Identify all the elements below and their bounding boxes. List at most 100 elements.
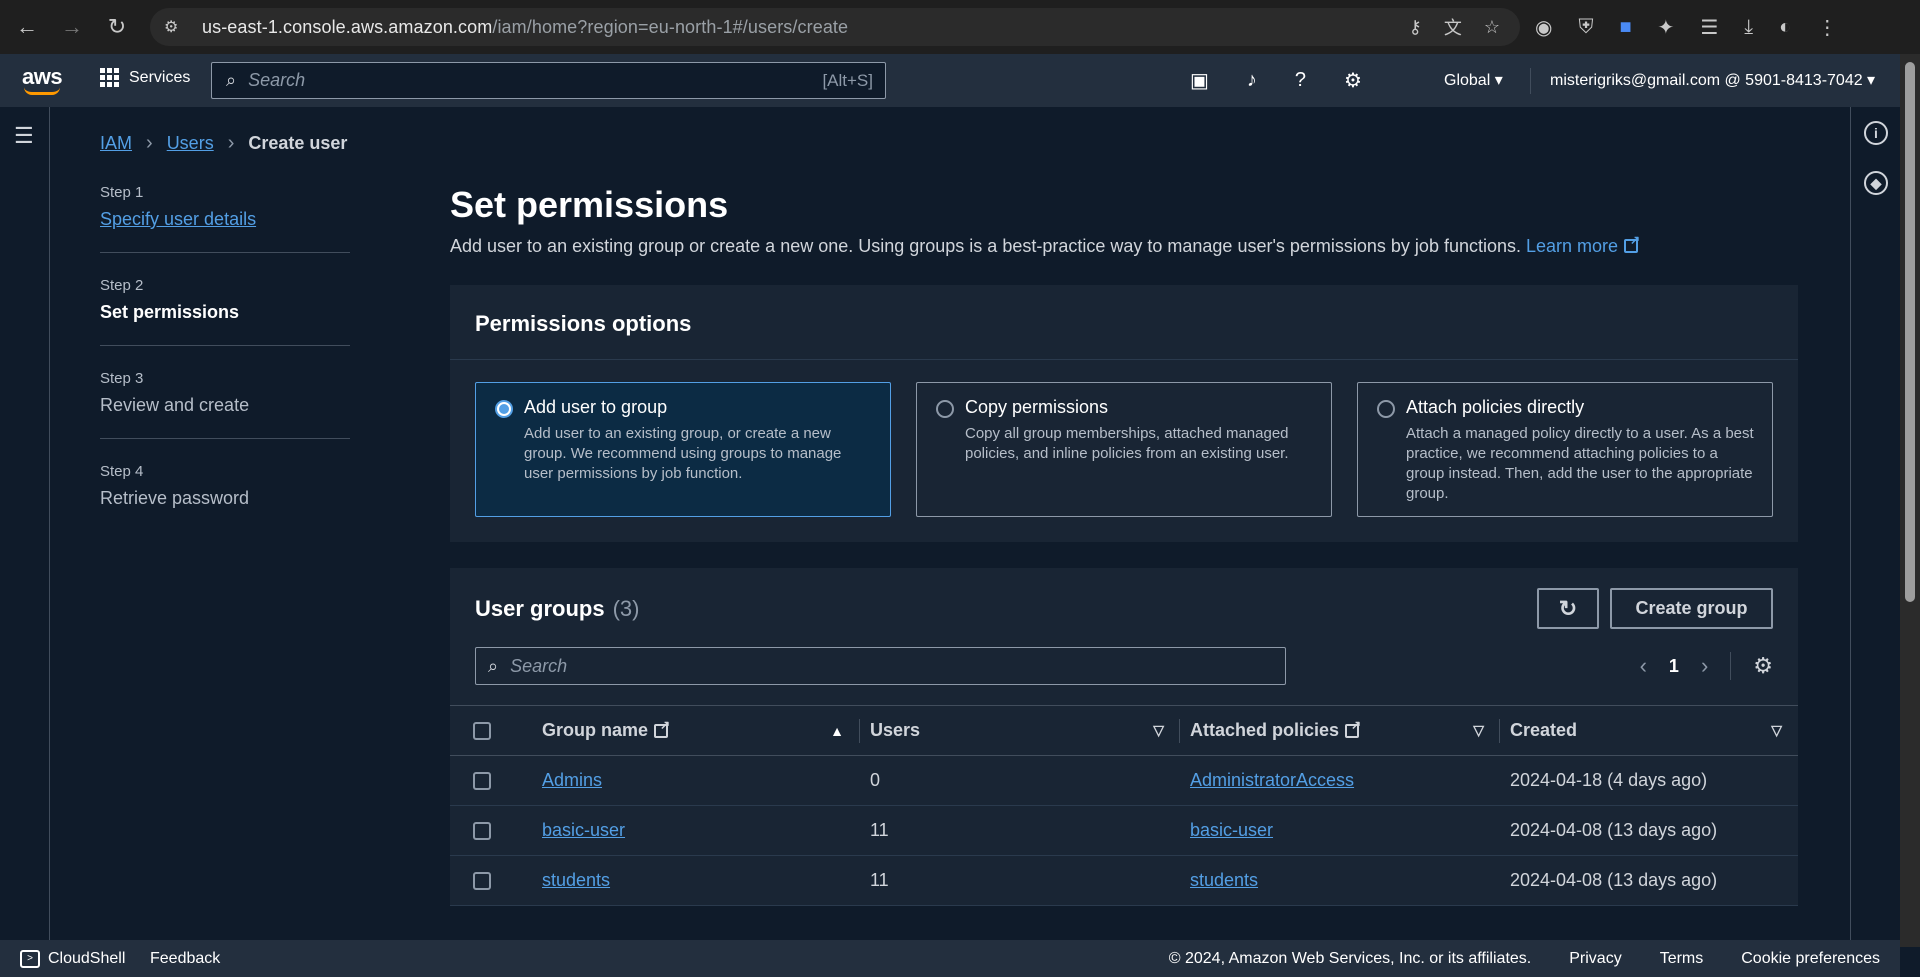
translate-icon[interactable]: 文 (1444, 14, 1462, 40)
breadcrumb-current: Create user (248, 133, 348, 153)
step-number: Step 3 (100, 370, 144, 387)
column-users[interactable]: Users ▽ (860, 705, 1180, 756)
feedback-link[interactable]: Feedback (150, 950, 220, 968)
option-add-user-to-group[interactable]: Add user to group Add user to an existin… (475, 382, 891, 517)
page-scrollbar[interactable] (1900, 54, 1920, 947)
option-title: Attach policies directly (1406, 397, 1585, 417)
breadcrumb-users[interactable]: Users (167, 133, 214, 154)
console-search-input[interactable]: ⌕ Search [Alt+S] (211, 62, 886, 99)
back-icon[interactable]: ← (5, 5, 49, 49)
url-text: us-east-1.console.aws.amazon.com/iam/hom… (202, 16, 849, 37)
group-name-link[interactable]: Admins (542, 770, 602, 790)
address-bar[interactable]: ⚙ us-east-1.console.aws.amazon.com/iam/h… (150, 8, 1520, 46)
search-placeholder: Search (510, 655, 568, 676)
column-attached-policies[interactable]: Attached policies ▽ (1180, 705, 1500, 756)
option-description: Copy all group memberships, attached man… (965, 425, 1289, 462)
select-all-checkbox[interactable] (473, 722, 491, 741)
settings-gear-icon[interactable]: ⚙ (1344, 68, 1362, 93)
privacy-link[interactable]: Privacy (1569, 950, 1621, 968)
table-row[interactable]: students 11 students 2024-04-08 (13 days… (450, 855, 1798, 906)
pager-divider (1730, 652, 1732, 680)
browser-menu-icon[interactable]: ⋮ (1817, 15, 1837, 40)
cloudshell-icon: > (20, 949, 40, 968)
chevron-right-icon[interactable]: › (1701, 653, 1708, 679)
info-icon[interactable]: i (1864, 121, 1888, 145)
group-name-link[interactable]: students (542, 870, 610, 890)
create-group-button[interactable]: Create group (1610, 588, 1773, 629)
groups-search-input[interactable]: ⌕ Search (475, 647, 1286, 685)
help-icon[interactable]: ? (1295, 69, 1306, 92)
terms-link[interactable]: Terms (1660, 950, 1704, 968)
step-4: Step 4 Retrieve password (100, 463, 350, 531)
password-key-icon[interactable]: ⚷ (1409, 17, 1422, 38)
aws-logo[interactable]: aws (22, 64, 63, 95)
main-content: Set permissions Add user to an existing … (450, 184, 1798, 932)
profile-avatar-icon[interactable]: ◐ (1779, 16, 1791, 39)
step-2-label: Set permissions (100, 302, 240, 322)
column-group-name[interactable]: Group name ▲ (542, 705, 860, 756)
notifications-bell-icon[interactable]: ♪ (1247, 69, 1257, 92)
refresh-icon: ↻ (1558, 595, 1578, 621)
feedback-hex-icon[interactable]: ◆ (1864, 171, 1888, 195)
attached-policy-link[interactable]: basic-user (1190, 820, 1273, 840)
search-icon: ⌕ (488, 655, 499, 676)
column-label: Created (1510, 720, 1578, 740)
reload-icon[interactable]: ↻ (95, 5, 139, 49)
region-selector[interactable]: Global ▾ (1444, 70, 1503, 90)
step-1-link[interactable]: Specify user details (100, 209, 350, 230)
download-icon[interactable]: ⤓ (1744, 16, 1753, 39)
radio-unselected[interactable] (936, 400, 954, 418)
extensions-puzzle-icon[interactable]: ✦ (1658, 15, 1675, 40)
sort-icon[interactable]: ▽ (1153, 722, 1164, 739)
services-grid-icon (100, 68, 119, 87)
aws-top-nav: aws Services ⌕ Search [Alt+S] ▣ ♪ ? ⚙ Gl… (0, 54, 1900, 107)
services-menu[interactable]: Services (100, 68, 190, 87)
sort-icon[interactable]: ▽ (1771, 722, 1782, 739)
column-created[interactable]: Created ▽ (1500, 705, 1798, 756)
option-copy-permissions[interactable]: Copy permissions Copy all group membersh… (916, 382, 1332, 517)
step-3-label: Review and create (100, 395, 250, 415)
group-created-date: 2024-04-08 (13 days ago) (1500, 855, 1798, 906)
row-checkbox[interactable] (473, 822, 491, 841)
option-attach-policies-directly[interactable]: Attach policies directly Attach a manage… (1357, 382, 1773, 517)
learn-more-link[interactable]: Learn more (1526, 233, 1640, 256)
extension-record-icon[interactable]: ◉ (1535, 15, 1552, 40)
left-nav-rail: ☰ (0, 107, 50, 940)
table-preferences-gear-icon[interactable]: ⚙ (1753, 653, 1773, 679)
sort-icon[interactable]: ▽ (1473, 722, 1484, 739)
sort-ascending-icon[interactable]: ▲ (830, 723, 844, 739)
description-text: Add user to an existing group or create … (450, 236, 1521, 256)
chevron-left-icon[interactable]: ‹ (1640, 653, 1647, 679)
cloudshell-button[interactable]: > CloudShell (20, 949, 126, 968)
group-name-link[interactable]: basic-user (542, 820, 625, 840)
site-info-icon[interactable]: ⚙ (164, 17, 186, 37)
cookie-preferences-link[interactable]: Cookie preferences (1741, 950, 1880, 968)
forward-icon[interactable]: → (50, 5, 94, 49)
page-number[interactable]: 1 (1669, 656, 1679, 677)
extension-blue-icon[interactable]: ■ (1619, 16, 1631, 39)
row-checkbox[interactable] (473, 772, 491, 791)
table-row[interactable]: Admins 0 AdministratorAccess 2024-04-18 … (450, 755, 1798, 806)
radio-selected[interactable] (495, 400, 513, 418)
scrollbar-thumb[interactable] (1905, 62, 1915, 602)
permissions-options-panel: Permissions options Add user to group Ad… (450, 285, 1798, 542)
account-menu[interactable]: misterigriks@gmail.com @ 5901-8413-7042 … (1550, 70, 1875, 90)
option-description: Add user to an existing group, or create… (524, 425, 842, 482)
user-groups-count: (3) (612, 595, 640, 621)
breadcrumb-iam[interactable]: IAM (100, 133, 132, 154)
nav-divider (1530, 68, 1531, 94)
cloudshell-label: CloudShell (48, 949, 126, 967)
option-description: Attach a managed policy directly to a us… (1406, 425, 1754, 502)
table-row[interactable]: basic-user 11 basic-user 2024-04-08 (13 … (450, 805, 1798, 856)
group-created-date: 2024-04-18 (4 days ago) (1500, 755, 1798, 806)
cloudshell-icon[interactable]: ▣ (1190, 68, 1209, 93)
attached-policy-link[interactable]: AdministratorAccess (1190, 770, 1354, 790)
refresh-button[interactable]: ↻ (1537, 588, 1599, 629)
hamburger-menu-icon[interactable]: ☰ (14, 123, 34, 149)
row-checkbox[interactable] (473, 872, 491, 891)
bookmark-star-icon[interactable]: ☆ (1484, 17, 1500, 38)
attached-policy-link[interactable]: students (1190, 870, 1258, 890)
radio-unselected[interactable] (1377, 400, 1395, 418)
extension-shield-icon[interactable]: ⛨ (1578, 16, 1593, 39)
media-queue-icon[interactable]: ☰ (1700, 15, 1718, 40)
